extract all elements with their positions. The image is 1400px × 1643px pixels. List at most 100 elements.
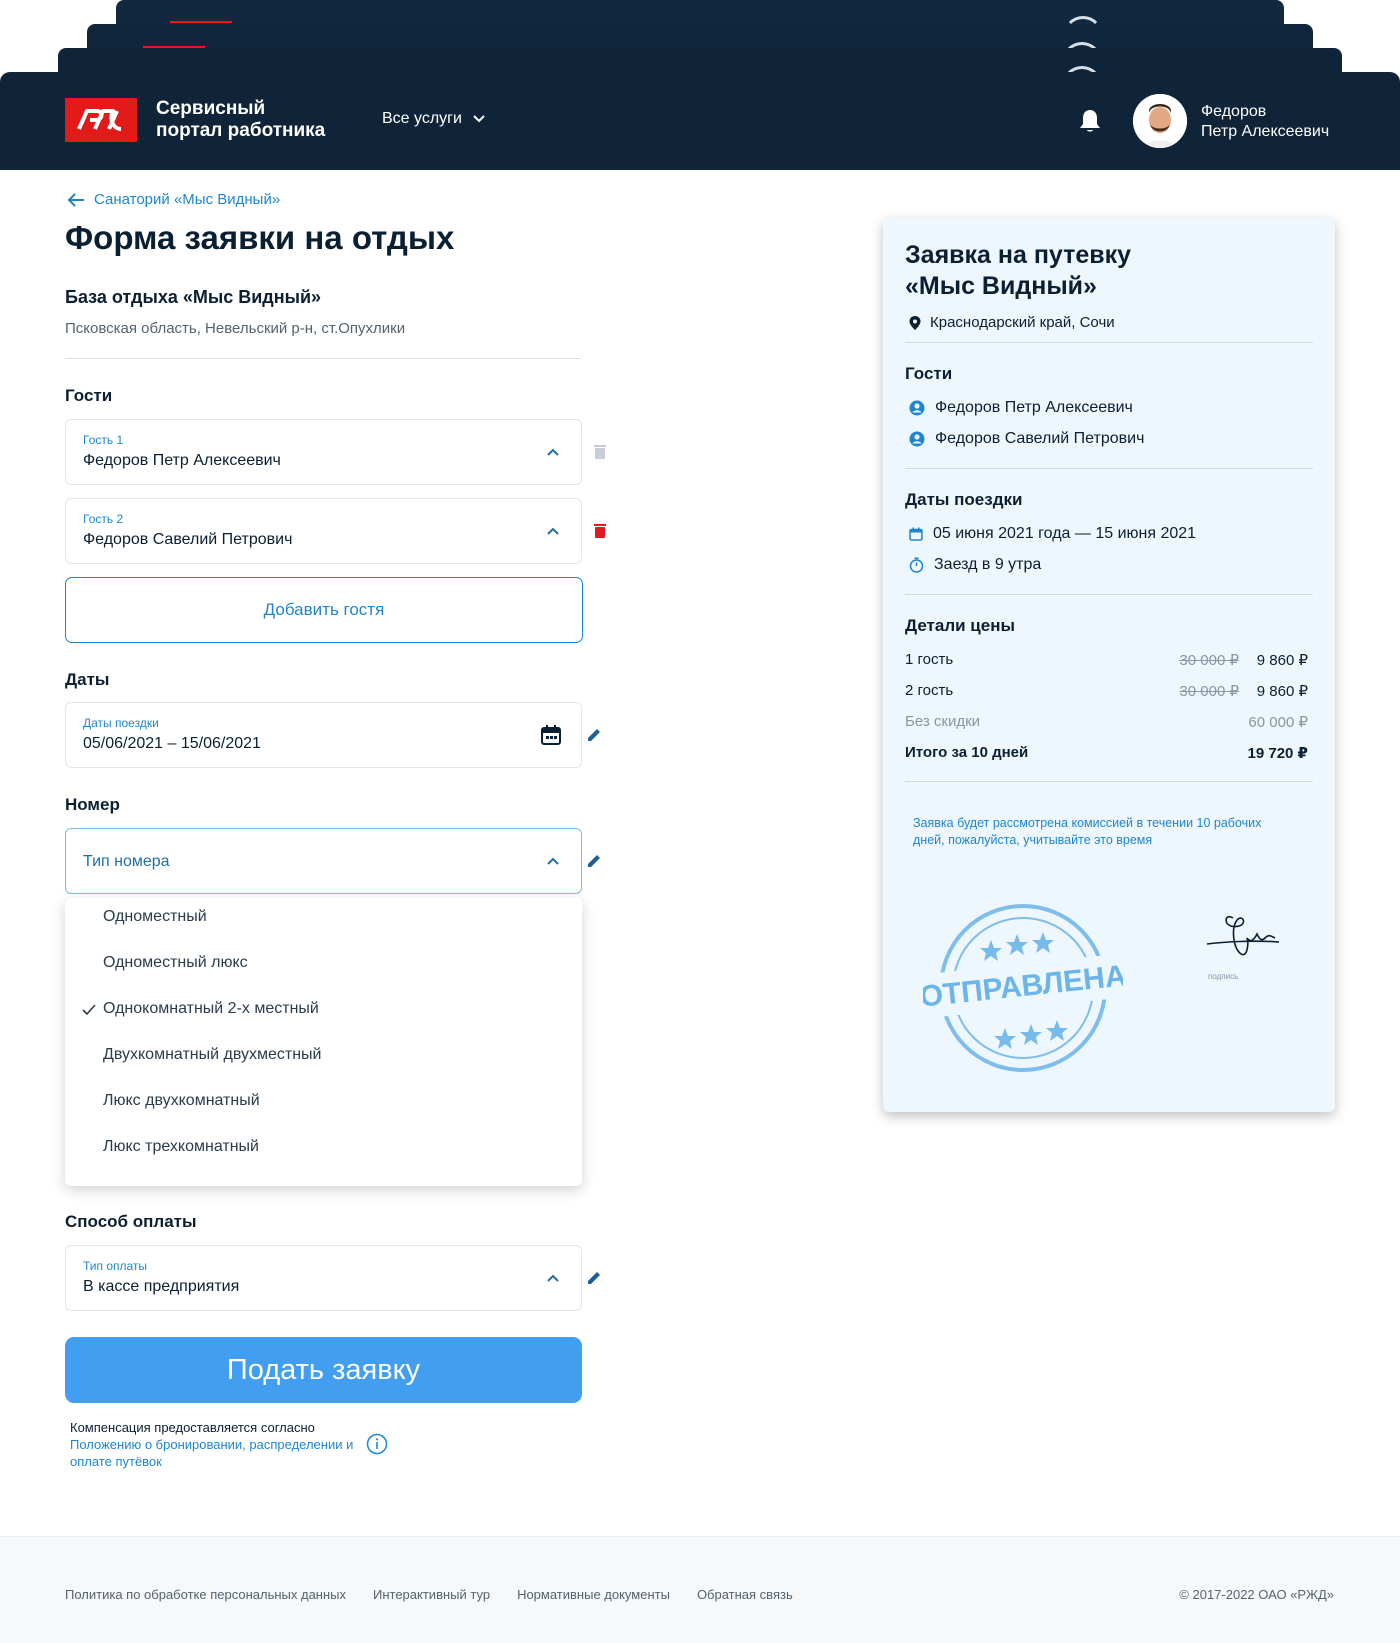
summary-guest: Федоров Петр Алексеевич: [909, 399, 1133, 417]
chevron-up-icon[interactable]: [545, 523, 561, 539]
rzd-logo-mark: [77, 109, 122, 131]
room-type-select[interactable]: Тип номера: [65, 828, 582, 894]
calendar-icon: [909, 527, 923, 541]
signature-caption: подпись: [1208, 972, 1239, 981]
price-new: 9 860 ₽: [1256, 683, 1308, 700]
guest-1-field[interactable]: Гость 1 Федоров Петр Алексеевич: [65, 419, 582, 485]
brand-line-1: Сервисный: [156, 98, 266, 119]
no-discount-label: Без скидки: [905, 713, 981, 730]
room-option[interactable]: Двухкомнатный двухместный: [65, 1036, 582, 1076]
price-row-label: 1 гость: [905, 651, 954, 668]
footer-link-feedback[interactable]: Обратная связь: [697, 1587, 793, 1602]
divider: [905, 594, 1313, 595]
room-option-label: Люкс трехкомнатный: [103, 1138, 259, 1155]
signature-image: [1206, 916, 1280, 956]
guests-section-label: Гости: [65, 386, 113, 405]
summary-location-text: Краснодарский край, Сочи: [930, 314, 1115, 331]
person-circle-icon: [909, 400, 925, 416]
room-option[interactable]: Люкс трехкомнатный: [65, 1128, 582, 1168]
room-option-label: Однокомнатный 2-х местный: [103, 1000, 319, 1017]
dates-section-label: Даты: [65, 670, 110, 689]
person-circle-icon: [909, 431, 925, 447]
back-link[interactable]: Санаторий «Мыс Видный»: [66, 191, 280, 208]
price-old: 30 000 ₽: [1179, 652, 1239, 669]
trip-dates-field[interactable]: Даты поездки 05/06/2021 – 15/06/2021: [65, 702, 582, 768]
summary-guests-header: Гости: [905, 364, 953, 383]
trash-icon[interactable]: [591, 443, 609, 461]
pencil-icon[interactable]: [585, 1269, 603, 1287]
summary-title-line-1: Заявка на путевку: [905, 241, 1132, 269]
guest-1-label: Гость 1: [83, 433, 124, 447]
total-label: Итого за 10 дней: [905, 744, 1029, 761]
room-option-label: Люкс двухкомнатный: [103, 1092, 260, 1109]
trip-dates-value: 05/06/2021 – 15/06/2021: [83, 735, 261, 752]
review-note: Заявка будет рассмотрена комиссией в теч…: [913, 816, 1262, 847]
divider: [905, 342, 1313, 343]
user-name[interactable]: Федоров Петр Алексеевич: [1201, 102, 1329, 142]
tab-accent: [170, 21, 232, 23]
map-pin-icon: [909, 315, 921, 330]
calendar-icon[interactable]: [539, 723, 563, 747]
summary-title-line-2: «Мыс Видный»: [905, 272, 1097, 300]
info-icon[interactable]: [366, 1433, 388, 1455]
user-last-name: Федоров: [1201, 103, 1267, 120]
footer-link-privacy[interactable]: Политика по обработке персональных данны…: [65, 1587, 346, 1602]
trip-dates-label: Даты поездки: [83, 716, 159, 730]
room-option[interactable]: Одноместный: [65, 898, 582, 938]
application-summary-card: Заявка на путевку «Мыс Видный» Краснодар…: [883, 218, 1335, 1112]
submit-application-button[interactable]: Подать заявку: [65, 1337, 582, 1403]
summary-dates-header: Даты поездки: [905, 490, 1023, 509]
chevron-up-icon[interactable]: [545, 444, 561, 460]
guest-2-field[interactable]: Гость 2 Федоров Савелий Петрович: [65, 498, 582, 564]
room-option[interactable]: Одноместный люкс: [65, 944, 582, 984]
room-option-selected[interactable]: Однокомнатный 2-х местный: [65, 990, 582, 1030]
rzd-logo[interactable]: [65, 98, 137, 142]
room-option-label: Одноместный люкс: [103, 954, 248, 971]
room-option-label: Двухкомнатный двухместный: [103, 1046, 322, 1063]
regulation-link[interactable]: Положению о бронировании, распределении …: [70, 1437, 353, 1469]
price-old: 30 000 ₽: [1179, 683, 1239, 700]
all-services-menu[interactable]: Все услуги: [382, 110, 486, 128]
copyright: © 2017-2022 ОАО «РЖД»: [1179, 1587, 1334, 1602]
user-avatar[interactable]: [1133, 94, 1187, 148]
back-link-label: Санаторий «Мыс Видный»: [94, 191, 281, 208]
add-guest-button[interactable]: Добавить гостя: [65, 577, 583, 643]
payment-section-label: Способ оплаты: [65, 1212, 197, 1231]
page-footer: Политика по обработке персональных данны…: [0, 1536, 1400, 1643]
room-option-label: Одноместный: [103, 908, 207, 925]
footer-link-documents[interactable]: Нормативные документы: [517, 1587, 670, 1602]
summary-checkin: Заезд в 9 утра: [909, 556, 1041, 574]
payment-type-value: В кассе предприятия: [83, 1278, 240, 1295]
brand-line-2: портал работника: [156, 120, 326, 141]
summary-guest: Федоров Савелий Петрович: [909, 430, 1144, 448]
footer-links: Политика по обработке персональных данны…: [65, 1587, 793, 1602]
summary-title: Заявка на путевку «Мыс Видный»: [905, 240, 1305, 302]
pencil-icon[interactable]: [585, 852, 603, 870]
chevron-up-icon[interactable]: [545, 853, 561, 869]
portal-brand: Сервисный портал работника: [156, 98, 325, 142]
chevron-down-icon: [473, 115, 485, 123]
summary-guest-name: Федоров Савелий Петрович: [935, 430, 1145, 447]
all-services-label: Все услуги: [382, 110, 462, 127]
page-title: Форма заявки на отдых: [65, 219, 455, 256]
room-type-dropdown: Одноместный Одноместный люкс Однокомнатн…: [65, 898, 582, 1186]
divider: [905, 468, 1313, 469]
footer-link-tour[interactable]: Интерактивный тур: [373, 1587, 490, 1602]
payment-type-field[interactable]: Тип оплаты В кассе предприятия: [65, 1245, 582, 1311]
guest-2-label: Гость 2: [83, 512, 124, 526]
trash-icon[interactable]: [591, 522, 609, 540]
divider: [905, 781, 1313, 782]
user-photo: [1133, 94, 1187, 148]
compensation-note: Компенсация предоставляется согласно Пол…: [70, 1419, 370, 1470]
bell-icon[interactable]: [1078, 108, 1102, 134]
summary-guest-name: Федоров Петр Алексеевич: [935, 399, 1133, 416]
divider: [65, 358, 581, 359]
room-option[interactable]: Люкс двухкомнатный: [65, 1082, 582, 1122]
guest-1-value: Федоров Петр Алексеевич: [83, 452, 281, 469]
pencil-icon[interactable]: [585, 726, 603, 744]
compensation-note-text: Компенсация предоставляется согласно: [70, 1420, 315, 1435]
chevron-up-icon[interactable]: [545, 1270, 561, 1286]
user-first-name: Петр Алексеевич: [1201, 123, 1330, 140]
summary-checkin-text: Заезд в 9 утра: [934, 556, 1042, 573]
no-discount-value: 60 000 ₽: [1248, 714, 1308, 731]
